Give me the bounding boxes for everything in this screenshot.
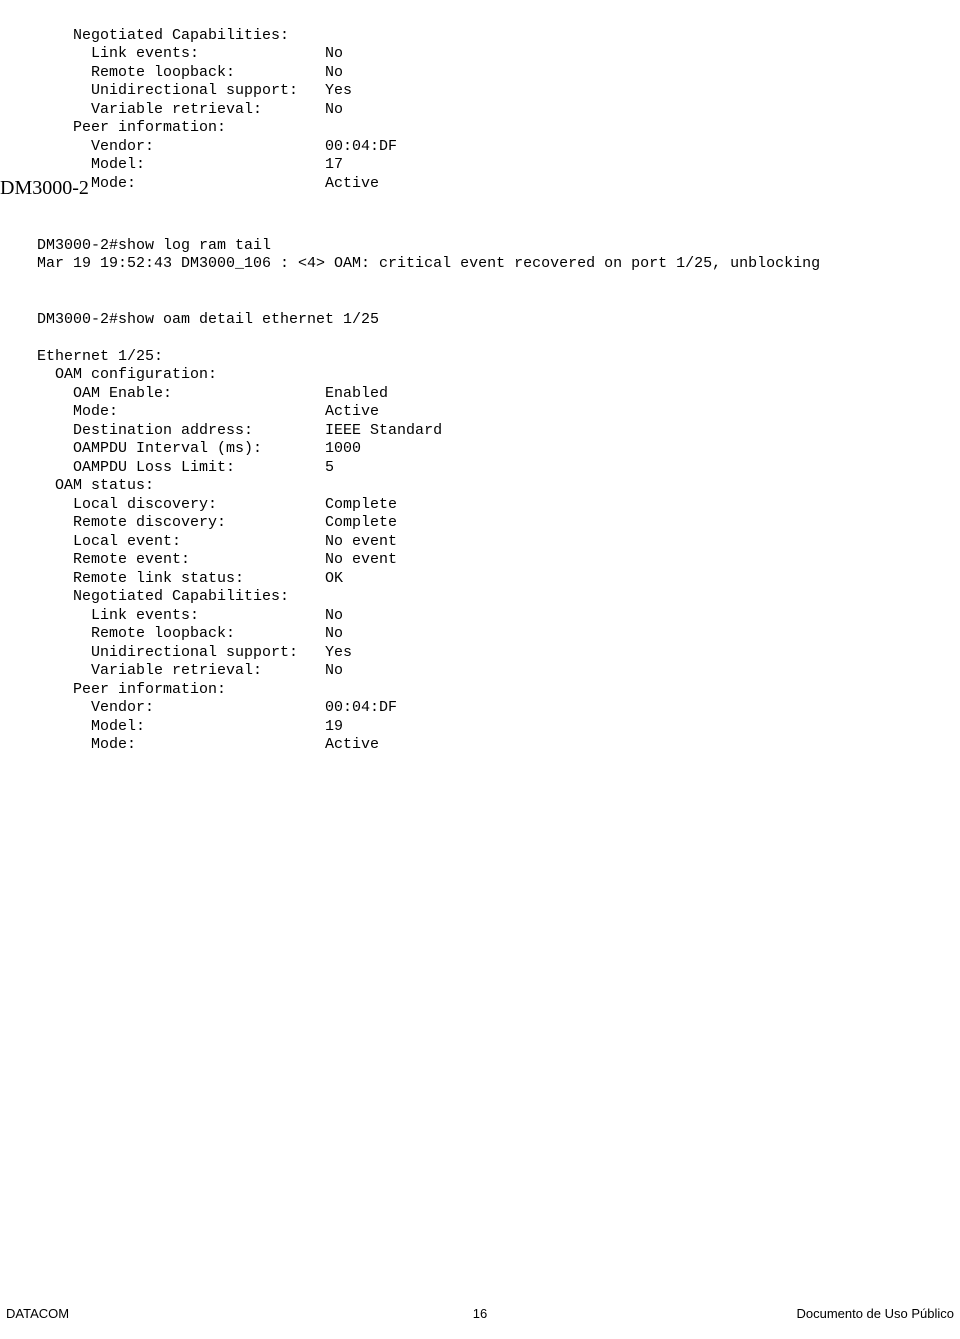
line: Local event: No event (37, 533, 397, 550)
line: DM3000-2#show log ram tail (37, 237, 271, 254)
line: Remote loopback: No (37, 625, 343, 642)
line: OAM configuration: (37, 366, 217, 383)
line: Local discovery: Complete (37, 496, 397, 513)
line: Model: 17 (37, 156, 343, 173)
line: Remote loopback: No (37, 64, 343, 81)
line: Negotiated Capabilities: (37, 27, 289, 44)
line: Link events: No (37, 45, 343, 62)
terminal-block-3: DM3000-2#show oam detail ethernet 1/25 (37, 292, 379, 329)
line: Vendor: 00:04:DF (37, 699, 397, 716)
line: Mode: Active (37, 403, 379, 420)
section-heading: DM3000-2 (0, 177, 89, 200)
terminal-block-2: DM3000-2#show log ram tail Mar 19 19:52:… (37, 218, 820, 274)
line: Mode: Active (37, 736, 379, 753)
line: Vendor: 00:04:DF (37, 138, 397, 155)
line: Model: 19 (37, 718, 343, 735)
line: Remote discovery: Complete (37, 514, 397, 531)
line: DM3000-2#show oam detail ethernet 1/25 (37, 311, 379, 328)
line: Ethernet 1/25: (37, 348, 163, 365)
page: Negotiated Capabilities: Link events: No… (0, 0, 960, 1339)
line: Peer information: (37, 681, 226, 698)
terminal-block-1: Negotiated Capabilities: Link events: No… (37, 8, 397, 193)
line: OAM status: (37, 477, 154, 494)
line: Remote link status: OK (37, 570, 343, 587)
terminal-block-4: Ethernet 1/25: OAM configuration: OAM En… (37, 329, 442, 755)
line: OAMPDU Loss Limit: 5 (37, 459, 334, 476)
line: Variable retrieval: No (37, 662, 343, 679)
line: Link events: No (37, 607, 343, 624)
line: Unidirectional support: Yes (37, 82, 352, 99)
line: OAMPDU Interval (ms): 1000 (37, 440, 361, 457)
line: Peer information: (37, 119, 226, 136)
line: Remote event: No event (37, 551, 397, 568)
line: Mar 19 19:52:43 DM3000_106 : <4> OAM: cr… (37, 255, 820, 272)
line: Unidirectional support: Yes (37, 644, 352, 661)
line: Negotiated Capabilities: (37, 588, 289, 605)
footer-right: Documento de Uso Público (796, 1306, 954, 1321)
line: Destination address: IEEE Standard (37, 422, 442, 439)
line: Variable retrieval: No (37, 101, 343, 118)
line: OAM Enable: Enabled (37, 385, 388, 402)
